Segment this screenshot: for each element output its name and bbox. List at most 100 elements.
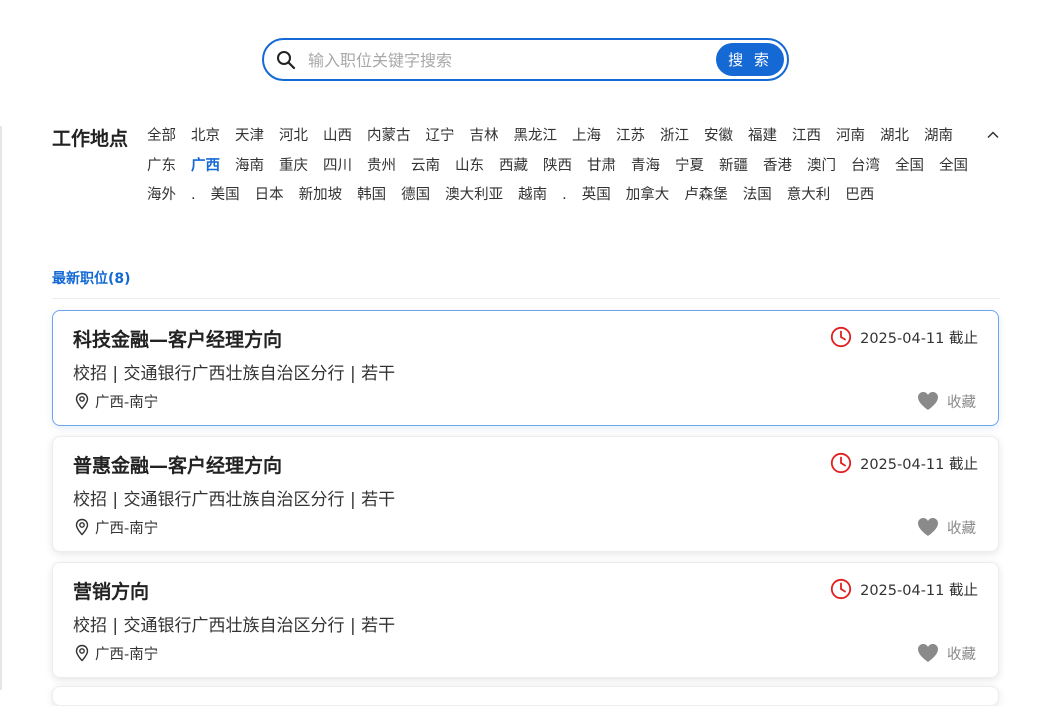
job-deadline: 2025-04-11 截止 [830,325,978,349]
location-option[interactable]: 辽宁 [419,123,463,153]
favorite-button[interactable]: 收藏 [917,641,976,665]
location-option[interactable]: 内蒙古 [360,123,419,153]
job-location-text: 广西-南宁 [95,394,159,411]
location-filter-title: 工作地点 [52,128,129,150]
job-location: 广西-南宁 [73,516,158,538]
job-title[interactable]: 营销方向 [73,577,149,604]
location-option[interactable]: . [555,182,575,212]
clock-icon [831,326,852,348]
location-option[interactable]: 山西 [316,123,360,153]
location-option[interactable]: . [184,182,204,212]
location-option[interactable]: 越南 [511,182,555,212]
location-option[interactable]: 广东 [140,153,184,183]
location-option[interactable]: 河南 [829,123,873,153]
location-option[interactable]: 韩国 [350,182,394,212]
job-title[interactable]: 普惠金融—客户经理方向 [73,451,282,478]
job-card[interactable]: 普惠金融—客户经理方向 校招 | 交通银行广西壮族自治区分行 | 若干 广西-南… [52,436,999,552]
location-option[interactable]: 黑龙江 [507,123,566,153]
map-pin-icon [75,392,89,410]
location-option[interactable]: 日本 [248,182,292,212]
location-option[interactable]: 西藏 [492,153,536,183]
location-option[interactable]: 河北 [272,123,316,153]
job-deadline: 2025-04-11 截止 [830,451,978,475]
location-option[interactable]: 江苏 [609,123,653,153]
location-option[interactable]: 宁夏 [668,153,712,183]
job-card[interactable]: 科技金融—客户经理方向 校招 | 交通银行广西壮族自治区分行 | 若干 广西-南… [52,310,999,426]
latest-jobs-label[interactable]: 最新职位(8) [52,268,131,288]
location-option[interactable]: 澳门 [800,153,844,183]
favorite-label: 收藏 [947,646,976,663]
map-pin-icon [75,644,89,662]
job-deadline-text: 2025-04-11 截止 [860,330,978,347]
favorite-label: 收藏 [947,520,976,537]
location-option[interactable]: 青海 [624,153,668,183]
location-option[interactable]: 浙江 [653,123,697,153]
location-option[interactable]: 英国 [575,182,619,212]
location-option[interactable]: 法国 [736,182,780,212]
location-option[interactable]: 吉林 [463,123,507,153]
location-option[interactable]: 全国 [888,153,932,183]
favorite-label: 收藏 [947,394,976,411]
job-card[interactable] [52,686,999,706]
location-option[interactable]: 贵州 [360,153,404,183]
location-option[interactable]: 安徽 [697,123,741,153]
search-bar: 搜 索 [262,38,789,81]
job-title[interactable]: 科技金融—客户经理方向 [73,325,282,352]
search-input[interactable] [308,47,708,73]
job-meta: 校招 | 交通银行广西壮族自治区分行 | 若干 [73,616,396,636]
heart-icon [918,644,938,662]
location-option[interactable]: 美国 [204,182,248,212]
job-meta: 校招 | 交通银行广西壮族自治区分行 | 若干 [73,364,396,384]
job-location: 广西-南宁 [73,642,158,664]
location-option[interactable]: 陕西 [536,153,580,183]
location-option[interactable]: 北京 [184,123,228,153]
location-option[interactable]: 甘肃 [580,153,624,183]
location-option[interactable]: 福建 [741,123,785,153]
location-option[interactable]: 澳大利亚 [438,182,511,212]
location-option[interactable]: 上海 [565,123,609,153]
location-option[interactable]: 湖北 [873,123,917,153]
location-option[interactable]: 全国 [932,153,976,183]
location-option[interactable]: 四川 [316,153,360,183]
location-option[interactable]: 新疆 [712,153,756,183]
map-pin-icon [75,518,89,536]
location-option[interactable]: 海外 [140,182,184,212]
job-deadline-text: 2025-04-11 截止 [860,456,978,473]
location-option[interactable]: 海南 [228,153,272,183]
location-filter-list: 全部 北京 天津 河北 山西 内蒙古 辽宁 吉林 黑龙江 上海 江苏 浙江 安徽 福建 江西 河南 湖北 湖南广东… [140,123,976,212]
location-option[interactable]: 香港 [756,153,800,183]
job-deadline: 2025-04-11 截止 [830,577,978,601]
location-option[interactable]: 山东 [448,153,492,183]
job-location: 广西-南宁 [73,390,158,412]
location-option[interactable]: 卢森堡 [677,182,736,212]
location-option[interactable]: 天津 [228,123,272,153]
favorite-button[interactable]: 收藏 [917,389,976,413]
location-option[interactable]: 德国 [394,182,438,212]
clock-icon [831,452,852,474]
location-option[interactable]: 意大利 [780,182,839,212]
job-card[interactable]: 营销方向 校招 | 交通银行广西壮族自治区分行 | 若干 广西-南宁 2025-… [52,562,999,678]
location-option[interactable]: 江西 [785,123,829,153]
left-border [0,126,2,690]
location-option[interactable]: 湖南 [917,123,961,153]
location-option[interactable]: 云南 [404,153,448,183]
job-deadline-text: 2025-04-11 截止 [860,582,978,599]
location-option[interactable]: 巴西 [838,182,882,212]
location-option[interactable]: 全部 [140,123,184,153]
search-icon [277,51,296,70]
favorite-button[interactable]: 收藏 [917,515,976,539]
location-option[interactable]: 加拿大 [619,182,678,212]
job-location-text: 广西-南宁 [95,646,159,663]
search-button[interactable]: 搜 索 [716,43,784,76]
location-option[interactable]: 广西 [184,153,228,183]
job-meta: 校招 | 交通银行广西壮族自治区分行 | 若干 [73,490,396,510]
divider [52,298,1000,299]
clock-icon [831,578,852,600]
chevron-up-icon[interactable] [986,128,1000,142]
location-option[interactable]: 新加坡 [292,182,351,212]
location-option[interactable]: 重庆 [272,153,316,183]
heart-icon [918,518,938,536]
job-location-text: 广西-南宁 [95,520,159,537]
location-option[interactable]: 台湾 [844,153,888,183]
heart-icon [918,392,938,410]
